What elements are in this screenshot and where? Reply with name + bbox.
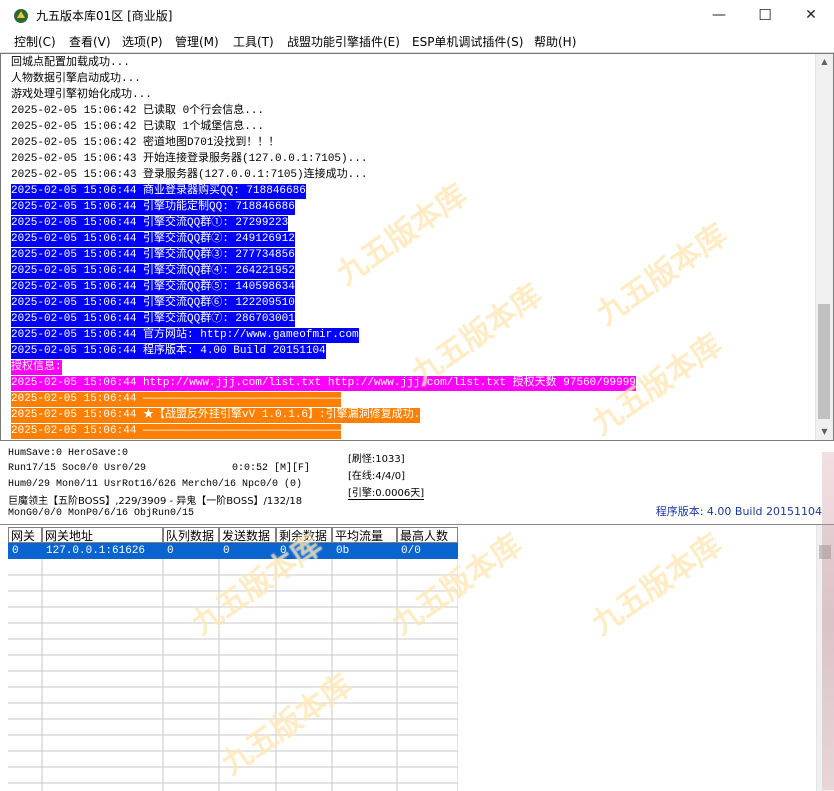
app-icon: [14, 9, 28, 23]
title-bar: 九五版本库01区 [商业版] — ☐ ✕: [0, 0, 834, 30]
status-online: [在线:4/4/0]: [348, 471, 405, 482]
log-line: 授权信息:: [11, 360, 62, 375]
log-line: 2025-02-05 15:06:44 引擎交流QQ群④: 264221952: [11, 264, 295, 279]
cell-send: 0: [223, 545, 230, 557]
log-line: 2025-02-05 15:06:44 ————————————————————…: [11, 424, 342, 439]
cell-gateway: 0: [12, 545, 19, 557]
background-edge: [822, 452, 834, 790]
status-time: 0:0:52 [M][F]: [232, 463, 311, 474]
menu-help[interactable]: 帮助(H): [534, 33, 576, 50]
col-gateway[interactable]: 网关: [8, 527, 42, 543]
log-line: 2025-02-05 15:06:44 引擎交流QQ群①: 27299223: [11, 216, 289, 231]
log-line: 2025-02-05 15:06:44 商业登录器购买QQ: 718846686: [11, 184, 306, 199]
version-label: 程序版本: 4.00 Build 20151104: [655, 505, 822, 518]
log-line: 2025-02-05 15:06:42 密道地图D701没找到！！！: [11, 137, 280, 149]
cell-max: 0/0: [401, 545, 421, 557]
menu-esp-plugin[interactable]: ESP单机调试插件(S): [412, 33, 523, 50]
log-line: 2025-02-05 15:06:44 ★【战盟反外挂引擎vV 1.0.1.6】…: [11, 408, 421, 423]
maximize-button[interactable]: ☐: [742, 0, 788, 30]
status-refresh: [刷怪:1033]: [348, 454, 405, 465]
scroll-thumb[interactable]: [818, 304, 830, 419]
close-button[interactable]: ✕: [788, 0, 834, 30]
menu-control[interactable]: 控制(C): [14, 33, 56, 50]
grid-lines: [8, 559, 458, 791]
status-engine: [引擎:0.0006天]: [348, 484, 425, 500]
log-line: 2025-02-05 15:06:44 官方网站: http://www.gam…: [11, 328, 359, 343]
scroll-down-icon[interactable]: ▼: [816, 424, 833, 440]
log-line: 2025-02-05 15:06:44 ————————————————————…: [11, 392, 342, 407]
log-line: 2025-02-05 15:06:44 引擎交流QQ群⑦: 286703001: [11, 312, 295, 327]
status-save: HumSave:0 HeroSave:0: [8, 448, 129, 459]
col-remain-data[interactable]: 剩余数据: [276, 527, 332, 543]
log-line: 人物数据引擎启动成功...: [11, 73, 141, 85]
menu-manage[interactable]: 管理(M): [175, 33, 219, 50]
cell-address: 127.0.0.1:61626: [46, 545, 146, 557]
col-queue-data[interactable]: 队列数据: [163, 527, 219, 543]
menu-bar: 控制(C) 查看(V) 选项(P) 管理(M) 工具(T) 战盟功能引擎插件(E…: [0, 30, 834, 53]
cell-avg: 0b: [336, 545, 350, 557]
status-run: Run17/15 Soc0/0 Usr0/29: [8, 463, 147, 474]
gateway-grid[interactable]: 网关 网关地址 队列数据 发送数据 剩余数据 平均流量 最高人数 0 127.0…: [0, 524, 834, 791]
log-line: 2025-02-05 15:06:44 http://www.jjj.com/l…: [11, 376, 636, 391]
col-avg-traffic[interactable]: 平均流量: [332, 527, 397, 543]
log-line: 2025-02-05 15:06:43 登录服务器(127.0.0.1:7105…: [11, 169, 368, 181]
window-title: 九五版本库01区 [商业版]: [36, 9, 173, 23]
log-line: 2025-02-05 15:06:44 引擎交流QQ群②: 249126912: [11, 232, 295, 247]
cell-remain: 0: [280, 545, 287, 557]
menu-battle-plugin[interactable]: 战盟功能引擎插件(E): [287, 33, 400, 50]
menu-view[interactable]: 查看(V): [69, 33, 111, 50]
log-line: 2025-02-05 15:06:44 程序版本: 4.00 Build 201…: [11, 344, 326, 359]
col-gateway-address[interactable]: 网关地址: [42, 527, 163, 543]
status-mon: MonG0/0/0 MonP0/6/16 ObjRun0/15: [8, 508, 195, 519]
log-line: 2025-02-05 15:06:43 开始连接登录服务器(127.0.0.1:…: [11, 153, 368, 165]
log-line: 2025-02-05 15:06:42 已读取 1个城堡信息...: [11, 121, 265, 133]
menu-tools[interactable]: 工具(T): [233, 33, 274, 50]
log-line: 回城点配置加载成功...: [11, 57, 130, 69]
log-panel[interactable]: 回城点配置加载成功... 人物数据引擎启动成功... 游戏处理引擎初始化成功... 2…: [0, 53, 834, 441]
log-line: 2025-02-05 15:06:44 引擎交流QQ群③: 277734856: [11, 248, 295, 263]
scroll-up-icon[interactable]: ▲: [816, 54, 833, 70]
status-boss: 巨魔领主【五阶BOSS】,229/3909 - 异鬼【一阶BOSS】/132/1…: [8, 496, 303, 507]
log-line: 2025-02-05 15:06:44 引擎交流QQ群⑥: 122209510: [11, 296, 295, 311]
minimize-button[interactable]: —: [696, 0, 742, 30]
log-scrollbar[interactable]: ▲ ▼: [815, 54, 833, 440]
log-line: 2025-02-05 15:06:42 已读取 0个行会信息...: [11, 105, 265, 117]
log-line: 2025-02-05 15:06:44 引擎功能定制QQ: 718846686: [11, 200, 295, 215]
status-hum: Hum0/29 Mon0/11 UsrRot16/626 Merch0/16 N…: [8, 479, 303, 490]
col-max-users[interactable]: 最高人数: [397, 527, 458, 543]
cell-queue: 0: [167, 545, 174, 557]
menu-options[interactable]: 选项(P): [122, 33, 163, 50]
col-send-data[interactable]: 发送数据: [219, 527, 276, 543]
log-line: 游戏处理引擎初始化成功...: [11, 89, 152, 101]
log-line: 2025-02-05 15:06:44 引擎交流QQ群⑤: 140598634: [11, 280, 295, 295]
